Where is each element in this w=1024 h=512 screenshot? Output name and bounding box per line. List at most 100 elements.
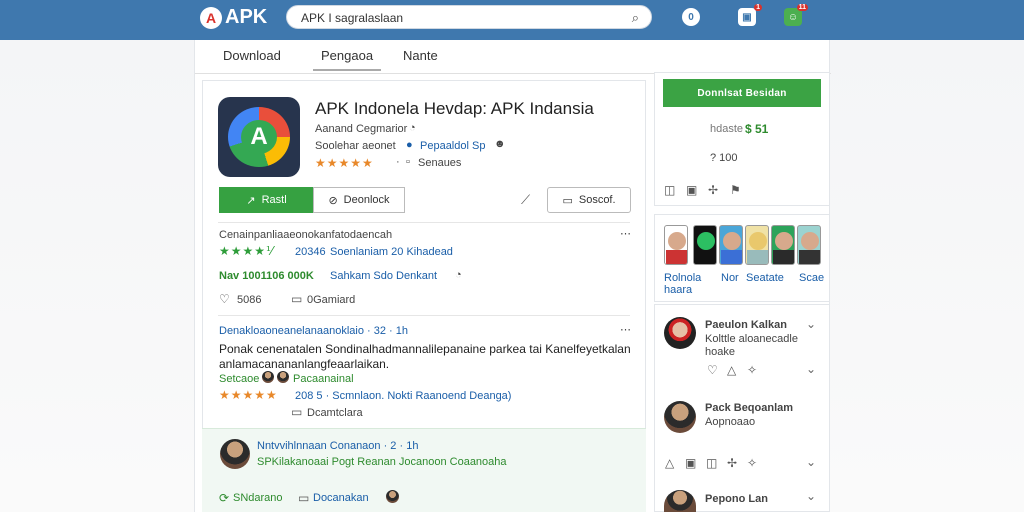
- divider: [218, 315, 630, 316]
- o-icon[interactable]: 0: [682, 8, 700, 26]
- count-value: ? 100: [710, 152, 738, 164]
- link-icon: ⊘: [328, 194, 338, 207]
- stats-heading: Cenainpanliaaeonokanfatodaencah: [219, 229, 393, 241]
- review1-comments[interactable]: Dcamtclara: [307, 407, 363, 419]
- comment-author[interactable]: Pepono Lan: [705, 493, 768, 505]
- search-input[interactable]: APK I sagralaslaan ⌕: [286, 5, 652, 29]
- share-button[interactable]: ▭ Soscof.: [547, 187, 631, 213]
- tool-icon[interactable]: ✢: [708, 183, 718, 197]
- tab-nante[interactable]: Nante: [403, 48, 438, 63]
- screenshot-thumb[interactable]: [797, 225, 821, 265]
- share-icon[interactable]: ✧: [747, 363, 757, 377]
- more-icon[interactable]: ⋯: [620, 227, 631, 240]
- save-icon[interactable]: ▣: [686, 183, 697, 197]
- review1-tag1[interactable]: Setcaoe: [219, 373, 259, 385]
- review2-action2[interactable]: Docanakan: [313, 492, 369, 504]
- review1-meta: 208 5 · Scmnlaon. Nokti Raanoend Deanga): [295, 390, 512, 402]
- pin-icon[interactable]: ⟋: [521, 192, 530, 208]
- comments-label[interactable]: 0Gamiard: [307, 294, 355, 306]
- app-icon-letter: A: [241, 120, 277, 154]
- chevron-down-icon[interactable]: ⌄: [806, 455, 816, 469]
- divider: [218, 222, 630, 223]
- like-icon[interactable]: ♡: [219, 292, 230, 306]
- install-button[interactable]: ↗ Rastl: [219, 187, 314, 213]
- screenshot-caption: Seatate: [746, 272, 784, 284]
- grid-icon[interactable]: ◫: [706, 456, 717, 470]
- more-icon[interactable]: ⋯: [620, 323, 631, 336]
- globe-icon: ●: [406, 139, 413, 151]
- app-badge[interactable]: Pepaaldol Sp: [420, 140, 485, 152]
- heart-icon[interactable]: ♡: [707, 363, 718, 377]
- screenshot-thumb[interactable]: [745, 225, 769, 265]
- download-button[interactable]: ⊘ Deonlock: [313, 187, 405, 213]
- app-icon: A: [218, 97, 300, 177]
- stats-rating: 20346: [295, 246, 326, 258]
- notification-icon[interactable]: ▣ 1: [738, 4, 762, 26]
- chevron-down-icon[interactable]: ⌄: [806, 489, 816, 503]
- reviews-label[interactable]: Senaues: [418, 157, 461, 169]
- review1-heading: Denakloaoneanelanaanoklaio · 32 · 1h: [219, 325, 408, 337]
- primary-download-button[interactable]: Donnlsat Besidan: [663, 79, 821, 107]
- refresh-icon[interactable]: ⟳: [219, 491, 229, 505]
- comment-author[interactable]: Paeulon Kalkan: [705, 319, 787, 331]
- comment-author[interactable]: Pack Beqoanlam: [705, 402, 793, 414]
- download-label: Deonlock: [343, 194, 390, 206]
- right-background: [830, 40, 1024, 512]
- avatar: [277, 371, 289, 383]
- app-subline: Soolehar aeonet: [315, 140, 396, 152]
- review2-heading: Nntvvihlnnaan Conanaon · 2 · 1h: [257, 440, 419, 452]
- share-label: Soscof.: [578, 194, 616, 206]
- app-title: APK Indonela Hevdap: APK Indansia: [315, 99, 594, 118]
- flag-icon[interactable]: ⚑: [730, 183, 741, 197]
- screenshot-thumb[interactable]: [771, 225, 795, 265]
- review1-tag2[interactable]: Pacaanainal: [293, 373, 354, 385]
- like-icon[interactable]: △: [727, 363, 736, 377]
- avatar: [262, 371, 274, 383]
- screenshot-thumb[interactable]: [693, 225, 717, 265]
- user-count: 11: [796, 4, 808, 11]
- tool-icon[interactable]: ✢: [727, 456, 737, 470]
- user-icon[interactable]: ☺ 11: [784, 4, 808, 26]
- left-background: [0, 40, 194, 512]
- screenshot-caption: Rolnola haara: [664, 272, 702, 296]
- logo-badge-icon: A: [200, 6, 222, 29]
- comment-line: hoake: [705, 346, 735, 358]
- screenshot-thumb[interactable]: [664, 225, 688, 265]
- screenshot-thumb[interactable]: [719, 225, 743, 265]
- stats-row1-text: Soenlaniam 20 Kihadead: [330, 246, 453, 258]
- chat-icon[interactable]: ▭: [298, 491, 309, 505]
- notification-count: 1: [754, 4, 762, 11]
- review1-body-line2: anlamacanananlangfeaarlaikan.: [219, 357, 390, 371]
- site-logo[interactable]: A APK: [200, 6, 267, 29]
- search-value: APK I sagralaslaan: [301, 11, 404, 25]
- avatar: [220, 439, 250, 469]
- stats-stars: ★★★★⅟: [219, 244, 274, 258]
- avatar: [664, 317, 696, 349]
- share-icon: ▭: [562, 194, 573, 207]
- chevron-down-icon[interactable]: ⌄: [806, 317, 816, 331]
- grid-icon[interactable]: ◫: [664, 183, 675, 197]
- save-icon[interactable]: ▣: [685, 456, 696, 470]
- search-icon[interactable]: ⌕: [632, 10, 639, 26]
- comment-line: Kolttle aloanecadle: [705, 333, 798, 345]
- logo-text: APK: [225, 6, 268, 28]
- install-icon: ↗: [246, 194, 256, 207]
- review2-action1[interactable]: SNdarano: [233, 492, 283, 504]
- price-label: hdaste: [710, 123, 744, 135]
- screenshot-caption: Scae: [799, 272, 825, 284]
- top-bar: A APK APK I sagralaslaan ⌕ 0 ▣ 1 ☺ 11: [0, 0, 1024, 40]
- dot-separator: ·: [396, 156, 400, 168]
- o-icon-label: 0: [688, 11, 694, 23]
- like-icon[interactable]: △: [665, 456, 674, 470]
- app-developer[interactable]: Aanand Cegmarior: [315, 123, 407, 135]
- comment-icon[interactable]: ▭: [291, 292, 302, 306]
- stats-link[interactable]: Sahkam Sdo Denkant: [330, 270, 437, 282]
- comment-line: Aopnoaao: [705, 416, 756, 428]
- flag-icon[interactable]: ✧: [747, 456, 757, 470]
- info-icon: ◔: [455, 269, 462, 281]
- tab-download[interactable]: Download: [223, 48, 281, 63]
- comment-icon[interactable]: ▭: [291, 405, 302, 419]
- tab-pengaoa[interactable]: Pengaoa: [313, 48, 382, 71]
- reviews-icon: ▫: [406, 156, 410, 168]
- chevron-down-icon[interactable]: ⌄: [806, 362, 816, 376]
